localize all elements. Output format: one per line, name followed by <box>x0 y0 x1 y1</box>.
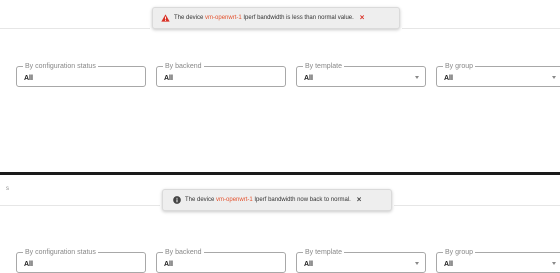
info-notification: The device vm-openwrt-1 Iperf bandwidth … <box>162 189 392 211</box>
filter-label: By group <box>443 62 476 71</box>
filter-template[interactable]: By template All <box>296 248 426 273</box>
info-icon <box>173 196 181 204</box>
notification-prefix: The device <box>174 15 204 21</box>
filter-label: By group <box>443 248 476 257</box>
top-panel: The device vm-openwrt-1 Iperf bandwidth … <box>0 0 560 172</box>
notification-prefix: The device <box>185 197 215 203</box>
filter-value: All <box>304 75 313 82</box>
filter-group[interactable]: By group All <box>436 248 560 273</box>
filter-value: All <box>24 75 33 82</box>
filter-value: All <box>164 261 173 268</box>
warning-icon <box>161 14 170 22</box>
filter-value: All <box>24 261 33 268</box>
notification-message: Iperf bandwidth now back to normal. <box>254 197 351 203</box>
chevron-down-icon <box>552 262 556 265</box>
filter-configuration-status[interactable]: By configuration status All <box>16 248 146 273</box>
filter-value: All <box>444 261 453 268</box>
chevron-down-icon <box>415 262 419 265</box>
separator-line <box>402 28 560 29</box>
filter-template[interactable]: By template All <box>296 62 426 87</box>
device-link[interactable]: vm-openwrt-1 <box>216 197 253 203</box>
bottom-panel: s The device vm-openwrt-1 Iperf bandwidt… <box>0 175 560 273</box>
filter-backend[interactable]: By backend All <box>156 62 286 87</box>
filter-backend[interactable]: By backend All <box>156 248 286 273</box>
filter-label: By template <box>303 248 344 257</box>
filter-label: By configuration status <box>23 62 98 71</box>
filter-label: By backend <box>163 62 204 71</box>
filter-label: By template <box>303 62 344 71</box>
chevron-down-icon <box>415 76 419 79</box>
filter-value: All <box>444 75 453 82</box>
notification-message: Iperf bandwidth is less than normal valu… <box>243 15 354 21</box>
filter-label: By backend <box>163 248 204 257</box>
chevron-down-icon <box>552 76 556 79</box>
separator-line <box>394 205 560 206</box>
clipped-text: s <box>6 186 9 192</box>
separator-line <box>0 205 160 206</box>
device-link[interactable]: vm-openwrt-1 <box>205 15 242 21</box>
separator-line <box>0 28 150 29</box>
close-icon[interactable]: × <box>360 14 365 22</box>
filter-group[interactable]: By group All <box>436 62 560 87</box>
filter-configuration-status[interactable]: By configuration status All <box>16 62 146 87</box>
filter-label: By configuration status <box>23 248 98 257</box>
filter-value: All <box>304 261 313 268</box>
filter-value: All <box>164 75 173 82</box>
close-icon[interactable]: × <box>357 196 362 204</box>
warning-notification: The device vm-openwrt-1 Iperf bandwidth … <box>152 7 400 29</box>
